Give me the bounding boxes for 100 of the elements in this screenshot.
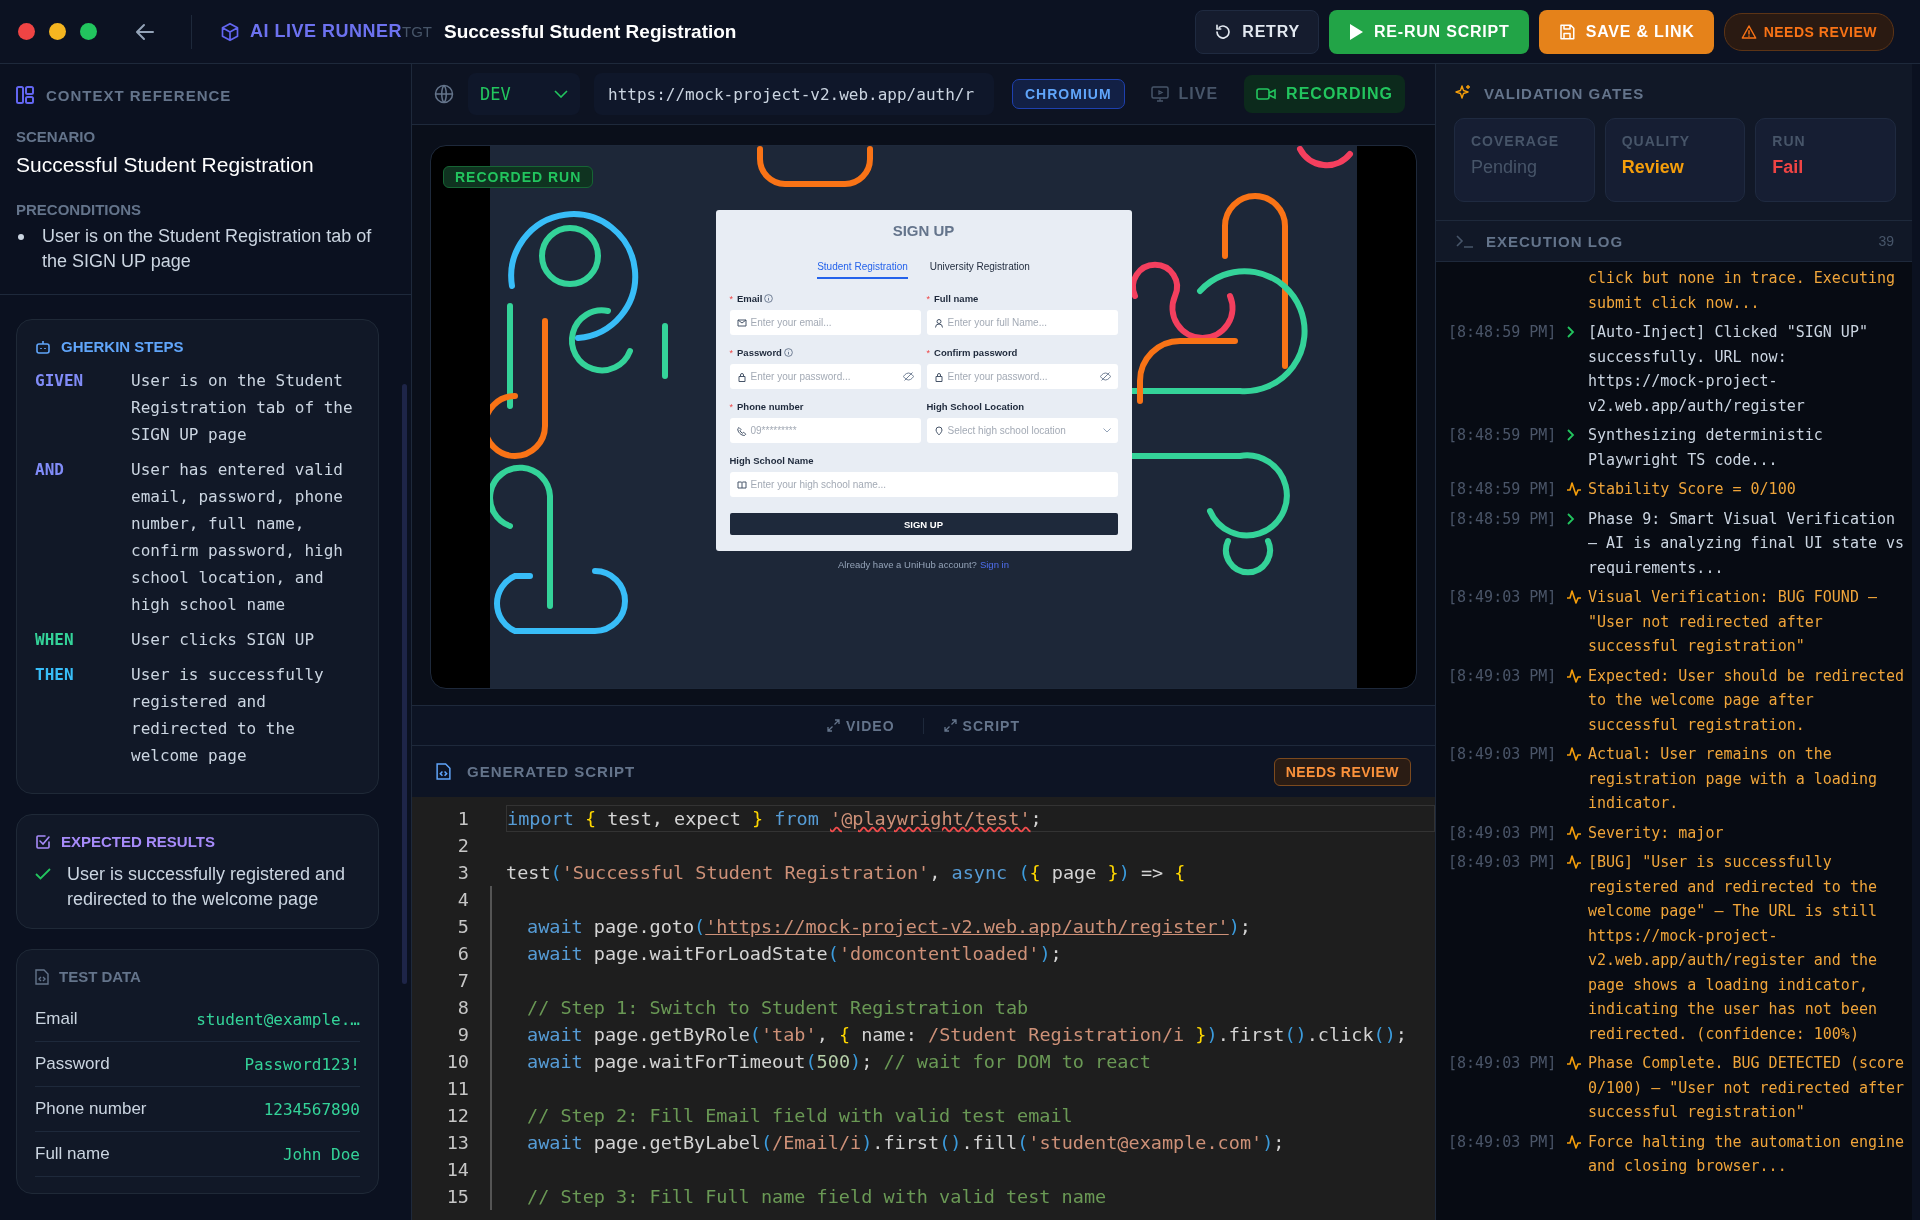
log-message: Synthesizing deterministic Playwright TS code...	[1588, 425, 1824, 471]
section-heading: GENERATED SCRIPT	[467, 763, 636, 780]
field-label: Password	[737, 347, 782, 358]
log-message: Severity: major	[1588, 822, 1725, 844]
browser-badge: CHROMIUM	[1012, 79, 1125, 109]
input-field[interactable]: Enter your password...	[729, 364, 921, 389]
line-number: 4	[456, 889, 469, 910]
log-message: Stability Score = 0/100	[1588, 479, 1797, 500]
select-field[interactable]: Select high school location	[926, 418, 1118, 443]
chevron-icon	[1566, 429, 1576, 442]
required-mark: *	[729, 293, 733, 304]
gate-status: Review	[1621, 157, 1685, 178]
line-number: 5	[456, 916, 469, 937]
url-field[interactable]: https://mock-project-v2.web.app/auth/r	[594, 73, 994, 115]
environment-dropdown[interactable]: DEV	[468, 73, 580, 115]
required-mark: *	[926, 293, 930, 304]
pulse-icon	[1566, 667, 1582, 684]
script-toggle[interactable]: SCRIPT	[922, 717, 1028, 734]
log-timestamp: [8:49:03 PM]	[1448, 1132, 1557, 1151]
step-text: User clicks SIGN UP	[131, 629, 316, 651]
sign-in-link[interactable]: Sign in	[979, 559, 1009, 570]
code-editor[interactable]	[412, 797, 1435, 1220]
code-line: test('Successful Student Registration', async ({ page }) => {	[506, 861, 1187, 885]
field-label: High School Name	[729, 455, 814, 466]
registration-tab[interactable]: Student Registration	[817, 261, 908, 279]
input-field[interactable]: Enter your password...	[926, 364, 1118, 389]
recording-tab[interactable]: RECORDING	[1244, 75, 1405, 113]
line-number: 12	[445, 1105, 469, 1126]
minimize-window-dot[interactable]	[49, 23, 66, 40]
data-value: 1234567890	[263, 1099, 360, 1119]
back-arrow-icon[interactable]	[135, 22, 155, 41]
log-message: [BUG] "User is successfully registered and redirected to the welcome page" — The URL is still https://mock-project-v2.web.app/auth/register and the page shows a loading indicator, indicating the user has not been redirected. (confidence: 100%)	[1588, 852, 1878, 1045]
registration-tab[interactable]: University Registration	[929, 261, 1030, 279]
pulse-icon	[1566, 1133, 1582, 1150]
data-label: Phone number	[35, 1099, 147, 1119]
cube-icon	[220, 21, 240, 42]
line-number: 10	[445, 1051, 469, 1072]
checkbox-icon	[35, 833, 51, 850]
video-toggle[interactable]: VIDEO	[819, 717, 903, 734]
data-value: John Doe	[282, 1144, 360, 1164]
line-number: 7	[456, 970, 469, 991]
input-field[interactable]: Enter your high school name...	[729, 472, 1118, 497]
save-button[interactable]: SAVE & LINK	[1538, 9, 1714, 54]
rerun-button[interactable]: RE-RUN SCRIPT	[1328, 9, 1529, 54]
step-text: User has entered valid email, password, phone number, full name, confirm password, high school location, and high school name	[131, 459, 344, 616]
line-number: 3	[456, 862, 469, 883]
eye-slash-icon[interactable]	[902, 372, 914, 381]
input-field[interactable]: 09*********	[729, 418, 921, 443]
mail-icon	[736, 317, 747, 328]
log-message: Phase 9: Smart Visual Verification — AI is analyzing final UI state vs requirements...	[1588, 508, 1906, 579]
log-timestamp: [8:49:03 PM]	[1448, 823, 1557, 842]
field-label: High School Location	[926, 401, 1025, 412]
data-value: student@example.…	[196, 1009, 360, 1029]
pulse-icon	[1566, 589, 1582, 606]
file-code-icon	[436, 763, 451, 780]
live-tab[interactable]: LIVE	[1138, 75, 1231, 113]
line-number: 13	[445, 1132, 469, 1153]
log-message: Expected: User should be redirected to the welcome page after successful registration.	[1588, 665, 1906, 736]
step-keyword: AND	[35, 459, 65, 481]
field-label: Email	[737, 293, 763, 304]
input-field[interactable]: Enter your email...	[729, 310, 921, 335]
section-heading: VALIDATION GATES	[1484, 84, 1645, 102]
data-label: Email	[35, 1009, 78, 1029]
maximize-window-dot[interactable]	[80, 23, 97, 40]
chevron-down-icon	[554, 90, 568, 98]
log-message: [Auto-Inject] Clicked "SIGN UP" successfully. URL now: https://mock-project-v2.web.app/auth/register	[1588, 322, 1869, 417]
user-icon	[933, 317, 944, 328]
log-timestamp: [8:49:03 PM]	[1448, 745, 1557, 763]
needs-review-badge: NEEDS REVIEW	[1273, 757, 1411, 786]
retry-button[interactable]: RETRY	[1195, 9, 1319, 54]
step-text: User is successfully registered and redirected to the welcome page	[131, 664, 325, 767]
close-window-dot[interactable]	[18, 23, 35, 40]
log-message: click but none in trace. Executing submit click now...	[1588, 268, 1897, 314]
input-field[interactable]: Enter your full Name...	[926, 310, 1118, 335]
log-message: Phase Complete. BUG DETECTED (score 0/100) — "User not redirected after successful registration"	[1588, 1053, 1906, 1123]
lock-icon	[933, 371, 944, 382]
retry-icon	[1214, 22, 1233, 41]
step-keyword: GIVEN	[35, 370, 85, 392]
field-label: Phone number	[737, 401, 804, 412]
signup-button[interactable]: SIGN UP	[729, 513, 1118, 535]
step-keyword: WHEN	[35, 629, 75, 651]
monitor-icon	[1150, 86, 1169, 102]
terminal-icon	[1456, 234, 1474, 248]
log-timestamp: [8:49:03 PM]	[1448, 853, 1557, 871]
scrollbar[interactable]	[402, 384, 407, 984]
pulse-icon	[1566, 1055, 1582, 1072]
video-camera-icon	[1256, 87, 1277, 101]
log-message: Visual Verification: BUG FOUND — "User not redirected after successful registration"	[1588, 587, 1878, 657]
chevron-icon	[1566, 512, 1576, 525]
step-keyword: THEN	[35, 664, 75, 686]
log-timestamp: [8:49:03 PM]	[1448, 588, 1557, 606]
card-heading: GHERKIN STEPS	[61, 338, 184, 355]
required-mark: *	[729, 347, 733, 358]
line-number: 2	[456, 835, 469, 856]
pulse-icon	[1566, 854, 1582, 871]
log-timestamp: [8:48:59 PM]	[1448, 323, 1557, 341]
lock-icon	[736, 371, 747, 382]
eye-slash-icon[interactable]	[1099, 372, 1111, 381]
pulse-icon	[1566, 481, 1582, 498]
app-name: AI LIVE RUNNER	[250, 21, 402, 42]
